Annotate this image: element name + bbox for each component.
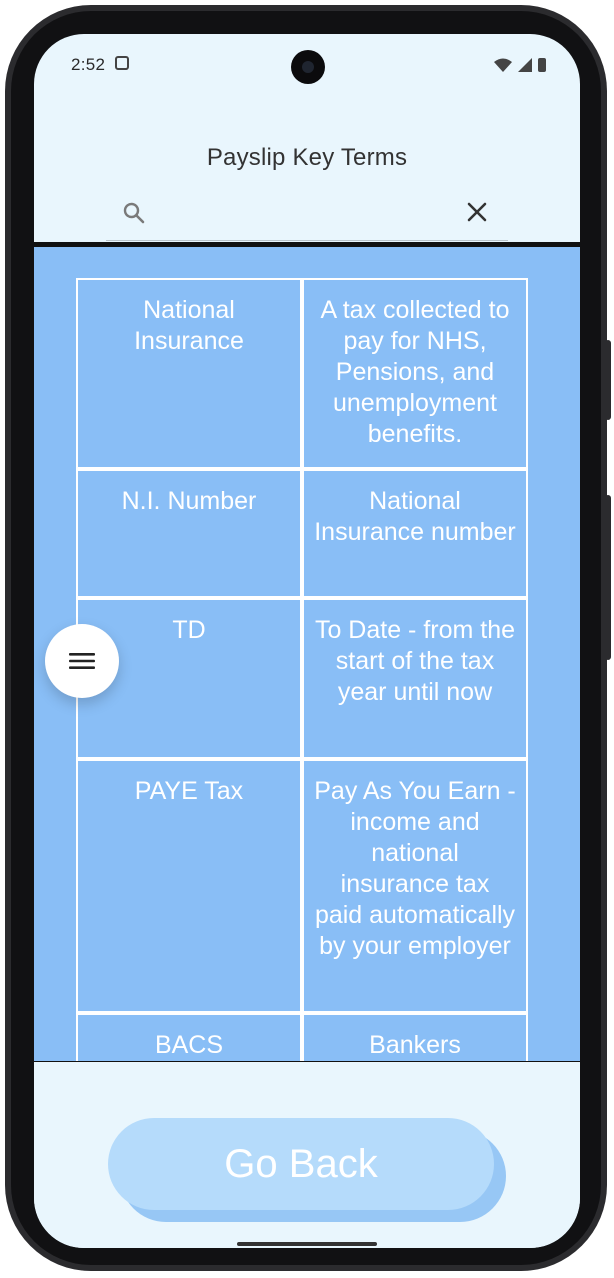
term-cell: BACS — [76, 1013, 302, 1061]
term-cell: PAYE Tax — [76, 759, 302, 1013]
search-input[interactable] — [158, 196, 452, 232]
volume-button — [605, 495, 611, 660]
definition-cell: Pay As You Earn - income and national in… — [302, 759, 528, 1013]
signal-icon — [518, 58, 532, 72]
notification-icon — [115, 56, 129, 70]
home-indicator[interactable] — [237, 1242, 377, 1246]
search-icon — [123, 202, 145, 224]
definition-cell: Bankers — [302, 1013, 528, 1061]
definition-cell: To Date - from the start of the tax year… — [302, 598, 528, 759]
footer: Go Back — [34, 1062, 580, 1248]
term-cell: National Insurance — [76, 278, 302, 469]
table-row: National Insurance A tax collected to pa… — [76, 278, 528, 469]
front-camera — [291, 50, 325, 84]
table-row: TD To Date - from the start of the tax y… — [76, 598, 528, 759]
definition-cell: National Insurance number — [302, 469, 528, 598]
menu-button[interactable] — [45, 624, 119, 698]
term-cell: N.I. Number — [76, 469, 302, 598]
wifi-icon — [494, 58, 512, 72]
menu-icon — [69, 653, 95, 669]
close-icon[interactable] — [463, 198, 491, 226]
table-row: N.I. Number National Insurance number — [76, 469, 528, 598]
page-title: Payslip Key Terms — [206, 144, 408, 171]
search-bar — [106, 190, 508, 241]
go-back-button[interactable]: Go Back — [108, 1118, 494, 1210]
status-time: 2:52 — [71, 55, 106, 74]
table-row: PAYE Tax Pay As You Earn - income and na… — [76, 759, 528, 1013]
table-row: BACS Bankers — [76, 1013, 528, 1061]
screen: 2:52 Payslip Key Terms National Insuranc… — [34, 34, 580, 1248]
power-button — [605, 340, 611, 420]
definition-cell: A tax collected to pay for NHS, Pensions… — [302, 278, 528, 469]
status-icons — [494, 56, 546, 72]
terms-table: National Insurance A tax collected to pa… — [76, 278, 528, 1061]
battery-icon — [538, 58, 546, 72]
status-bar: 2:52 — [34, 34, 580, 90]
